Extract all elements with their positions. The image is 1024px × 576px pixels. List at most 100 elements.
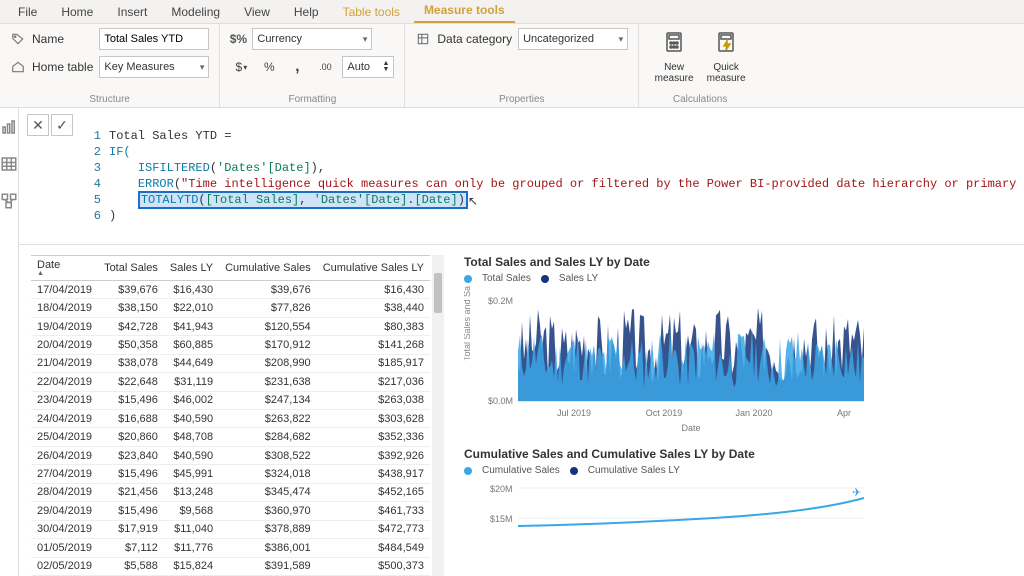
column-header[interactable]: Total Sales (98, 256, 164, 281)
table-row[interactable]: 22/04/2019$22,648$31,119$231,638$217,036 (31, 373, 430, 391)
table-cell: 17/04/2019 (31, 280, 98, 298)
table-cell: $40,590 (164, 410, 219, 428)
format-icon: $% (230, 31, 246, 47)
table-cell: $15,496 (98, 391, 164, 409)
table-row[interactable]: 19/04/2019$42,728$41,943$120,554$80,383 (31, 317, 430, 335)
tab-insert[interactable]: Insert (107, 1, 157, 23)
table-cell: $15,496 (98, 465, 164, 483)
table-cell: $231,638 (219, 373, 317, 391)
currency-button[interactable]: $▾ (230, 56, 252, 78)
table-cell: 22/04/2019 (31, 373, 98, 391)
measure-name-input[interactable] (99, 28, 209, 50)
table-cell: $15,824 (164, 557, 219, 576)
scrollbar-thumb[interactable] (434, 273, 442, 313)
tab-help[interactable]: Help (284, 1, 329, 23)
table-row[interactable]: 02/05/2019$5,588$15,824$391,589$500,373 (31, 557, 430, 576)
table-cell: $360,970 (219, 502, 317, 520)
table-cell: 20/04/2019 (31, 336, 98, 354)
table-cell: $263,038 (317, 391, 430, 409)
table-cell: $16,430 (164, 280, 219, 298)
data-category-select[interactable]: Uncategorized▾ (518, 28, 628, 50)
table-row[interactable]: 29/04/2019$15,496$9,568$360,970$461,733 (31, 502, 430, 520)
legend-swatch (570, 467, 578, 475)
table-row[interactable]: 28/04/2019$21,456$13,248$345,474$452,165 (31, 483, 430, 501)
table-cell: $386,001 (219, 539, 317, 557)
table-row[interactable]: 21/04/2019$38,078$44,649$208,990$185,917 (31, 354, 430, 372)
table-cell: 25/04/2019 (31, 428, 98, 446)
cancel-formula-button[interactable]: ✕ (27, 114, 49, 136)
home-table-select[interactable]: Key Measures▾ (99, 56, 209, 78)
legend-swatch (464, 467, 472, 475)
model-view-icon[interactable] (0, 192, 18, 215)
format-select[interactable]: Currency▾ (252, 28, 372, 50)
cursor-icon: ↖ (468, 195, 478, 209)
tab-file[interactable]: File (8, 1, 47, 23)
chart-svg: and Cumulativ… $20M $15M ✈ (464, 478, 864, 528)
table-row[interactable]: 25/04/2019$20,860$48,708$284,682$352,336 (31, 428, 430, 446)
table-visual[interactable]: Date▲Total SalesSales LYCumulative Sales… (31, 255, 444, 576)
table-row[interactable]: 18/04/2019$38,150$22,010$77,826$38,440 (31, 299, 430, 317)
table-row[interactable]: 20/04/2019$50,358$60,885$170,912$141,268 (31, 336, 430, 354)
svg-text:✈: ✈ (852, 487, 861, 499)
quick-measure-button[interactable]: Quick measure (701, 28, 751, 86)
chevron-down-icon: ▾ (363, 34, 368, 45)
column-header[interactable]: Cumulative Sales LY (317, 256, 430, 281)
column-header[interactable]: Date▲ (31, 256, 98, 281)
table-cell: $5,588 (98, 557, 164, 576)
tab-view[interactable]: View (234, 1, 280, 23)
data-view-icon[interactable] (0, 155, 18, 178)
scrollbar[interactable] (432, 255, 444, 576)
chart-total-sales[interactable]: Total Sales and Sales LY by Date Total S… (464, 255, 1024, 439)
table-row[interactable]: 30/04/2019$17,919$11,040$378,889$472,773 (31, 520, 430, 538)
table-cell: $38,150 (98, 299, 164, 317)
group-formatting: $% Currency▾ $▾ % , .00 Auto ▲▼ Forma (220, 24, 405, 107)
chart-legend: Total Sales Sales LY (464, 273, 1024, 284)
chevron-down-icon: ▾ (200, 62, 205, 73)
table-cell: 19/04/2019 (31, 317, 98, 335)
table-cell: $45,991 (164, 465, 219, 483)
table-row[interactable]: 17/04/2019$39,676$16,430$39,676$16,430 (31, 280, 430, 298)
home-icon (10, 59, 26, 75)
stepper-icon: ▲▼ (382, 61, 389, 73)
thousands-button[interactable]: , (286, 56, 308, 78)
table-row[interactable]: 24/04/2019$16,688$40,590$263,822$303,628 (31, 410, 430, 428)
table-row[interactable]: 26/04/2019$23,840$40,590$308,522$392,926 (31, 446, 430, 464)
column-header[interactable]: Sales LY (164, 256, 219, 281)
table-cell: $80,383 (317, 317, 430, 335)
name-label: Name (32, 32, 64, 46)
table-cell: 28/04/2019 (31, 483, 98, 501)
decimal-places-select[interactable]: Auto ▲▼ (342, 56, 394, 78)
table-cell: $23,840 (98, 446, 164, 464)
tab-home[interactable]: Home (51, 1, 103, 23)
table-row[interactable]: 23/04/2019$15,496$46,002$247,134$263,038 (31, 391, 430, 409)
chart-legend: Cumulative Sales Cumulative Sales LY (464, 465, 1024, 476)
dax-editor[interactable]: 1Total Sales YTD = 2IF( 3 ISFILTERED('Da… (81, 108, 1024, 244)
percent-button[interactable]: % (258, 56, 280, 78)
column-header[interactable]: Cumulative Sales (219, 256, 317, 281)
table-cell: $472,773 (317, 520, 430, 538)
table-cell: $41,943 (164, 317, 219, 335)
table-cell: 29/04/2019 (31, 502, 98, 520)
table-cell: $46,002 (164, 391, 219, 409)
table-cell: $16,430 (317, 280, 430, 298)
view-rail (0, 108, 19, 576)
table-cell: $263,822 (219, 410, 317, 428)
table-row[interactable]: 01/05/2019$7,112$11,776$386,001$484,549 (31, 539, 430, 557)
report-view-icon[interactable] (0, 118, 18, 141)
tab-table-tools[interactable]: Table tools (333, 1, 410, 23)
table-row[interactable]: 27/04/2019$15,496$45,991$324,018$438,917 (31, 465, 430, 483)
chart-cumulative-sales[interactable]: Cumulative Sales and Cumulative Sales LY… (464, 447, 1024, 531)
decimals-button[interactable]: .00 (314, 56, 336, 78)
tab-measure-tools[interactable]: Measure tools (414, 0, 515, 23)
svg-text:Total Sales and Sales LY: Total Sales and Sales LY (464, 286, 472, 361)
table-cell: $452,165 (317, 483, 430, 501)
quick-measure-icon (714, 30, 738, 60)
report-canvas: Date▲Total SalesSales LYCumulative Sales… (19, 245, 1024, 576)
table-cell: $378,889 (219, 520, 317, 538)
legend-swatch (464, 275, 472, 283)
tab-modeling[interactable]: Modeling (161, 1, 230, 23)
new-measure-button[interactable]: New measure (649, 28, 699, 86)
commit-formula-button[interactable]: ✓ (51, 114, 73, 136)
table-cell: $303,628 (317, 410, 430, 428)
table-cell: 26/04/2019 (31, 446, 98, 464)
